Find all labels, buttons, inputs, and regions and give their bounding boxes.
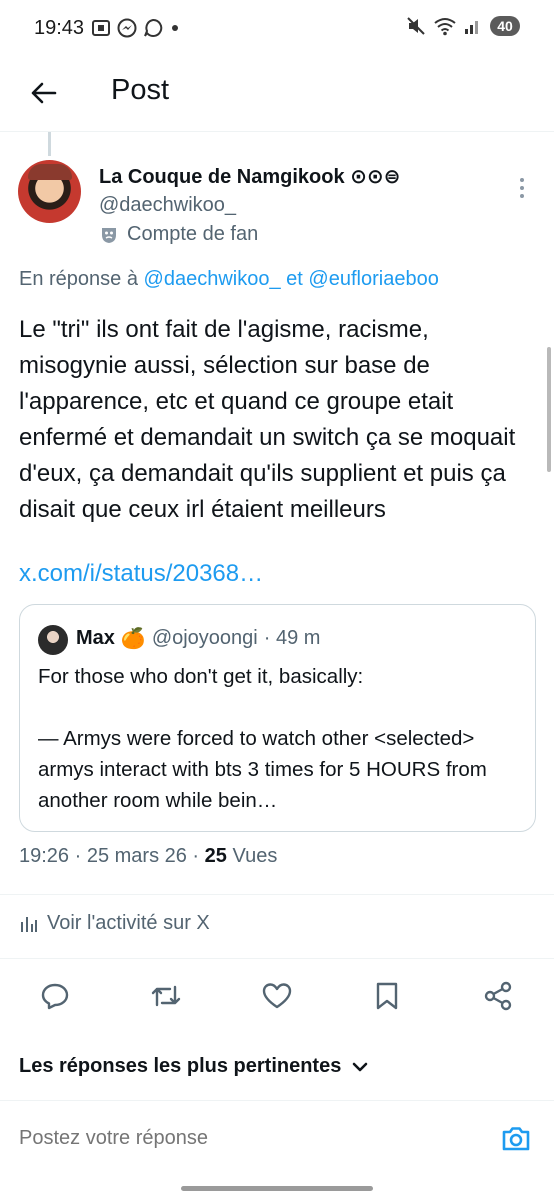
- signal-icon: [465, 21, 478, 34]
- quoted-post[interactable]: Max 🍊 @ojoyoongi · 49 m For those who do…: [19, 604, 536, 832]
- reply-prefix: En réponse à: [19, 268, 138, 290]
- view-activity-link[interactable]: Voir l'activité sur X: [19, 912, 210, 935]
- repost-button[interactable]: [146, 976, 186, 1016]
- scrollbar[interactable]: [547, 347, 551, 472]
- top-bar: Post: [0, 58, 554, 132]
- theater-mask-icon: [102, 227, 116, 243]
- divider: [0, 894, 554, 895]
- reply-composer: [0, 1100, 554, 1200]
- quoted-line-2: — Armys were forced to watch other <sele…: [38, 727, 487, 812]
- quoted-author-name: Max: [76, 627, 115, 649]
- arrow-left-icon: [31, 82, 57, 104]
- notification-icons: [91, 18, 181, 38]
- reply-icon: [41, 983, 69, 1010]
- view-activity-label: Voir l'activité sur X: [47, 912, 210, 934]
- sort-replies-dropdown[interactable]: Les réponses les plus pertinentes: [19, 1055, 369, 1078]
- battery-indicator: 40: [490, 16, 520, 36]
- avatar-cap: [28, 164, 72, 180]
- mention-link[interactable]: @eufloriaeboo: [308, 268, 438, 290]
- bookmark-button[interactable]: [367, 976, 407, 1016]
- more-vertical-icon: [520, 178, 524, 198]
- orange-emoji-icon: 🍊: [120, 628, 146, 650]
- quoted-handle: @ojoyoongi: [151, 627, 258, 649]
- author-handle[interactable]: @daechwikoo_: [99, 194, 236, 217]
- thread-connector: [48, 132, 51, 156]
- page-title: Post: [111, 74, 170, 106]
- retweet-icon: [151, 985, 181, 1007]
- quoted-text: For those who don't get it, basically: —…: [38, 661, 528, 816]
- wifi-icon: [434, 18, 456, 36]
- like-icon: [262, 983, 292, 1009]
- back-button[interactable]: [26, 76, 60, 110]
- bookmark-icon: [376, 982, 398, 1010]
- reply-conjunction: et: [286, 268, 303, 290]
- views-count: 25: [204, 845, 227, 867]
- quoted-avatar: [38, 625, 68, 655]
- sort-label: Les réponses les plus pertinentes: [19, 1055, 342, 1077]
- action-bar: [0, 976, 554, 1016]
- camera-button[interactable]: [500, 1123, 532, 1155]
- share-icon: [484, 981, 512, 1011]
- messenger-icon: [117, 18, 137, 38]
- chevron-down-icon: [353, 1062, 368, 1071]
- status-bar: 19:43 40: [0, 0, 554, 58]
- reply-context: En réponse à @daechwikoo_ et @eufloriaeb…: [19, 268, 439, 291]
- status-time: 19:43: [34, 17, 85, 39]
- author-name[interactable]: La Couque de Namgikook ⊙⊙⊜: [99, 164, 400, 189]
- share-button[interactable]: [478, 976, 518, 1016]
- views-label: Vues: [232, 845, 278, 867]
- quoted-header: Max 🍊 @ojoyoongi · 49 m: [76, 626, 320, 651]
- quoted-spacer: [38, 692, 528, 723]
- fan-badge: Compte de fan: [99, 223, 258, 246]
- quoted-line-1: For those who don't get it, basically:: [38, 665, 364, 688]
- home-indicator[interactable]: [181, 1186, 373, 1191]
- divider: [0, 958, 554, 959]
- more-options-button[interactable]: [512, 176, 532, 200]
- mute-icon: [407, 17, 425, 35]
- post-meta: 19:26 · 25 mars 26 · 25 Vues: [19, 845, 277, 868]
- post-timestamp: 19:26 · 25 mars 26 ·: [19, 845, 200, 867]
- like-button[interactable]: [257, 976, 297, 1016]
- post-link[interactable]: x.com/i/status/20368…: [19, 560, 263, 588]
- reply-input[interactable]: [19, 1127, 459, 1150]
- analytics-icon: [21, 916, 37, 932]
- system-icons: 40: [406, 16, 520, 36]
- quoted-time: · 49 m: [263, 627, 321, 649]
- camera-icon: [502, 1127, 530, 1151]
- reply-button[interactable]: [35, 976, 75, 1016]
- mention-link[interactable]: @daechwikoo_: [144, 268, 281, 290]
- post-text: Le "tri" ils ont fait de l'agisme, racis…: [19, 316, 516, 523]
- chat-bubble-icon: [144, 18, 163, 37]
- screenshot-icon: [92, 20, 110, 36]
- fan-badge-label: Compte de fan: [127, 223, 259, 245]
- avatar[interactable]: [18, 160, 81, 223]
- dot-icon: [172, 25, 178, 31]
